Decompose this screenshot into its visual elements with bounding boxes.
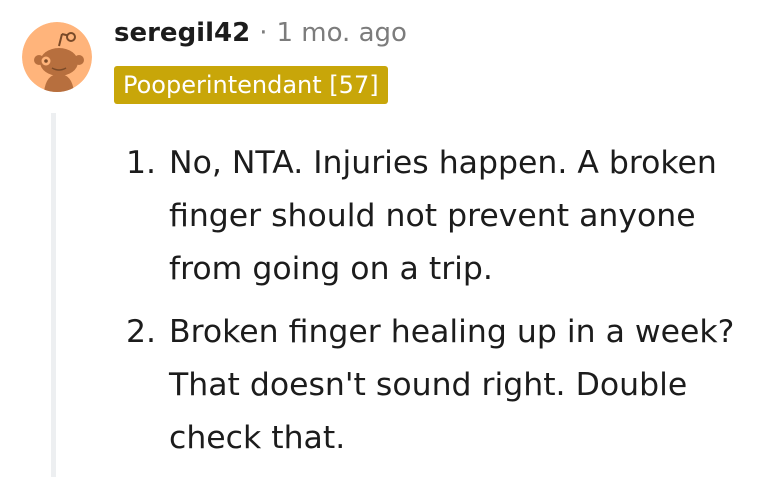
list-item: 2. Broken finger healing up in a week? T… bbox=[126, 306, 766, 465]
list-item-text: No, NTA. Injuries happen. A broken finge… bbox=[169, 145, 717, 287]
list-item-number: 1. bbox=[126, 145, 157, 181]
separator-dot: · bbox=[259, 18, 268, 48]
timestamp-link[interactable]: 1 mo. ago bbox=[276, 14, 406, 52]
comment: seregil42 · 1 mo. ago Pooperintendant [5… bbox=[0, 0, 780, 477]
list-item-number: 2. bbox=[126, 314, 157, 350]
user-flair: Pooperintendant [57] bbox=[114, 66, 388, 104]
list-item: 1. No, NTA. Injuries happen. A broken fi… bbox=[126, 137, 766, 296]
list-item-text: Broken finger healing up in a week? That… bbox=[169, 314, 735, 456]
thread-collapse-line[interactable] bbox=[51, 113, 56, 477]
comment-header: seregil42 · 1 mo. ago bbox=[114, 14, 407, 52]
comment-body: 1. No, NTA. Injuries happen. A broken fi… bbox=[126, 137, 766, 475]
username-link[interactable]: seregil42 bbox=[114, 14, 250, 52]
user-avatar[interactable] bbox=[22, 22, 92, 92]
snoo-avatar-icon bbox=[22, 22, 92, 92]
